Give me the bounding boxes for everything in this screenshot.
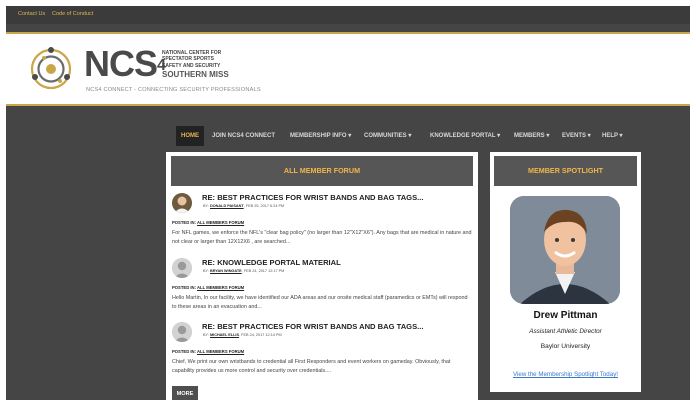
forum-post: RE: BEST PRACTICES FOR WRIST BANDS AND B… <box>172 193 472 257</box>
post-byline: BY: DONALD PAISANT, FEB 25, 2017 6:24 PM <box>203 204 285 208</box>
spotlight-title: Assistant Athletic Director <box>529 328 602 335</box>
member-portrait-icon <box>510 196 620 304</box>
code-of-conduct-link[interactable]: Code of Conduct <box>52 11 93 17</box>
spotlight-photo <box>510 196 620 304</box>
forum-link[interactable]: ALL MEMBERS FORUM <box>197 349 244 354</box>
logo-wordmark[interactable]: NCS4 <box>84 44 166 84</box>
forum-link[interactable]: ALL MEMBERS FORUM <box>197 285 244 290</box>
nav-home[interactable]: HOME <box>176 126 204 146</box>
avatar[interactable] <box>172 258 192 278</box>
site-tagline: NCS4 CONNECT - CONNECTING SECURITY PROFE… <box>86 87 261 93</box>
more-button[interactable]: MORE <box>172 386 198 400</box>
forum-link[interactable]: ALL MEMBERS FORUM <box>197 220 244 225</box>
forum-panel: ALL MEMBER FORUM RE: BEST PRACTICES FOR … <box>166 152 478 400</box>
post-excerpt: For NFL games, we enforce the NFL's "cle… <box>172 230 472 245</box>
school-name: SOUTHERN MISS <box>162 70 229 79</box>
default-user-icon <box>172 258 192 278</box>
post-title[interactable]: RE: BEST PRACTICES FOR WRIST BANDS AND B… <box>202 322 424 331</box>
default-user-icon <box>172 322 192 342</box>
forum-heading: ALL MEMBER FORUM <box>171 156 473 186</box>
nav-members[interactable]: MEMBERS ▾ <box>509 126 554 146</box>
author-photo-icon <box>172 193 192 213</box>
nav-membership-info[interactable]: MEMBERSHIP INFO ▾ <box>285 126 356 146</box>
banner-top-rule <box>6 32 690 34</box>
posted-in: POSTED IN: ALL MEMBERS FORUM <box>172 220 245 225</box>
organization-name: NATIONAL CENTER FOR SPECTATOR SPORTS SAF… <box>162 50 222 69</box>
post-excerpt: Chief, We print our own wristbands to cr… <box>172 359 451 374</box>
author-link[interactable]: DONALD PAISANT <box>210 204 244 208</box>
posted-in: POSTED IN: ALL MEMBERS FORUM <box>172 285 245 290</box>
posted-in: POSTED IN: ALL MEMBERS FORUM <box>172 349 245 354</box>
author-link[interactable]: BRYAN WINGATE <box>210 269 242 273</box>
nav-events[interactable]: EVENTS ▾ <box>557 126 596 146</box>
post-title[interactable]: RE: BEST PRACTICES FOR WRIST BANDS AND B… <box>202 193 424 202</box>
top-link-bar: Contact Us Code of Conduct <box>6 6 690 24</box>
author-link[interactable]: MICHAEL ELLIS <box>210 333 239 337</box>
forum-post: RE: KNOWLEDGE PORTAL MATERIAL BY: BRYAN … <box>172 258 472 322</box>
nav-communities[interactable]: COMMUNITIES ▾ <box>359 126 416 146</box>
avatar[interactable] <box>172 193 192 213</box>
post-byline: BY: BRYAN WINGATE, FEB 24, 2017 12:17 PM <box>203 269 285 273</box>
ncs4-logo-icon[interactable] <box>28 46 74 92</box>
member-spotlight-panel: MEMBER SPOTLIGHT Drew Pittman Assistant … <box>490 152 641 392</box>
banner-bottom-rule <box>6 104 690 106</box>
spotlight-organization: Baylor University <box>540 343 591 350</box>
nav-knowledge-portal[interactable]: KNOWLEDGE PORTAL ▾ <box>425 126 505 146</box>
view-spotlight-link[interactable]: View the Membership Spotlight Today! <box>490 371 641 378</box>
contact-us-link[interactable]: Contact Us <box>18 11 45 17</box>
spotlight-heading: MEMBER SPOTLIGHT <box>494 156 637 186</box>
post-excerpt: Hello Martin, In our facility, we have i… <box>172 295 468 310</box>
avatar[interactable] <box>172 322 192 342</box>
post-title[interactable]: RE: KNOWLEDGE PORTAL MATERIAL <box>202 258 341 267</box>
nav-help[interactable]: HELP ▾ <box>597 126 628 146</box>
header-banner: NCS4 NATIONAL CENTER FOR SPECTATOR SPORT… <box>6 32 690 106</box>
post-byline: BY: MICHAEL ELLIS, FEB 24, 2017 12:14 PM <box>203 333 282 337</box>
forum-post: RE: BEST PRACTICES FOR WRIST BANDS AND B… <box>172 322 472 386</box>
nav-join[interactable]: JOIN NCS4 CONNECT <box>207 126 280 146</box>
page-frame: Contact Us Code of Conduct NCS4 NATIONAL… <box>6 6 690 400</box>
spotlight-name: Drew Pittman <box>533 310 598 321</box>
